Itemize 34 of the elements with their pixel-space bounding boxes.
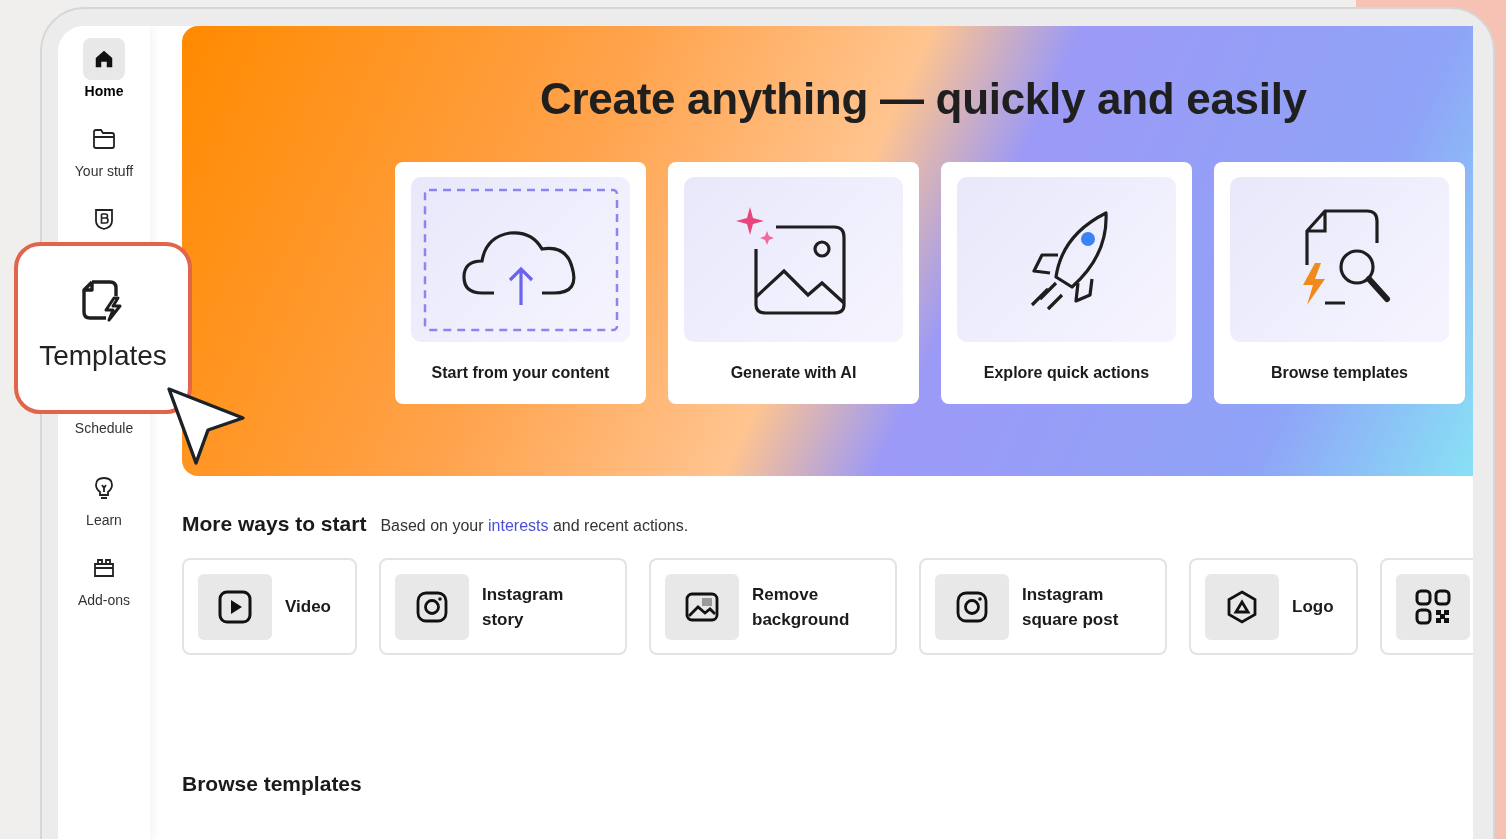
action-card[interactable]: Browse templates <box>1214 162 1465 404</box>
callout-label: Templates <box>39 340 167 372</box>
action-card[interactable]: Start from your content <box>395 162 646 404</box>
sidebar-label[interactable]: Learn <box>86 512 122 528</box>
qr-code-icon <box>1415 588 1451 625</box>
instagram-icon <box>956 590 988 623</box>
sidebar-label[interactable]: Schedule <box>74 420 134 436</box>
addons-icon <box>92 557 116 579</box>
section-subtitle: Based on your interests and recent actions. <box>380 517 689 535</box>
brand-icon <box>93 207 115 231</box>
action-card[interactable]: Explore quick actions <box>941 162 1192 404</box>
interests-link[interactable]: interests <box>488 517 549 534</box>
play-icon <box>218 589 252 624</box>
quick-start-card[interactable]: Video <box>182 558 357 655</box>
quick-start-card[interactable]: Remove background <box>649 558 897 655</box>
folder-icon <box>92 128 116 150</box>
sidebar-icon-button[interactable] <box>83 38 125 80</box>
quick-start-card[interactable]: Instagram story <box>379 558 627 655</box>
sidebar-label[interactable]: Home <box>84 83 124 99</box>
quick-start-card[interactable]: Instagram square post <box>919 558 1167 655</box>
sidebar-label[interactable]: Add-ons <box>77 592 131 608</box>
home-icon <box>93 48 115 70</box>
sidebar-label[interactable]: Your stuff <box>74 163 134 179</box>
hexagon-logo-icon <box>1225 589 1259 624</box>
cloud-upload-icon <box>421 186 620 333</box>
hero-title: Create anything — quickly and easily <box>540 74 1308 124</box>
section-heading: Browse templates <box>182 772 363 796</box>
action-card[interactable]: Generate with AI <box>668 162 919 404</box>
section-heading: More ways to start <box>182 512 367 536</box>
instagram-icon <box>416 590 448 623</box>
quick-start-card[interactable]: Logo <box>1189 558 1358 655</box>
lightbulb-icon <box>93 476 115 500</box>
quick-start-card[interactable] <box>1380 558 1473 655</box>
image-icon <box>685 591 719 622</box>
